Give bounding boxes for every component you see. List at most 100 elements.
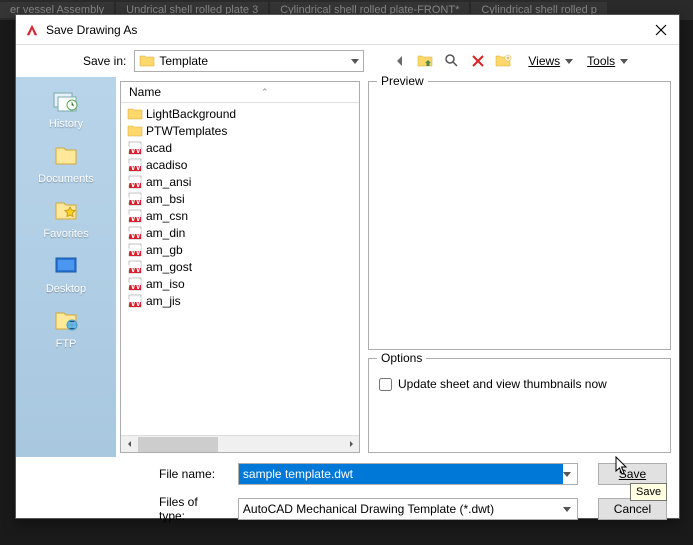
dwt-file-icon: DWT: [127, 175, 143, 189]
scroll-right-icon[interactable]: [342, 436, 359, 453]
dwt-file-icon: DWT: [127, 158, 143, 172]
new-folder-icon[interactable]: [494, 51, 514, 71]
filename-label: File name:: [159, 467, 218, 481]
folder-icon: [127, 124, 143, 138]
views-dropdown[interactable]: Views: [528, 54, 573, 68]
file-list[interactable]: Name ⌃ LightBackgroundPTWTemplates DWT aca…: [120, 81, 360, 453]
options-panel: Options Update sheet and view thumbnails…: [368, 358, 671, 453]
close-button[interactable]: [651, 20, 671, 40]
documents-icon: [50, 142, 82, 170]
file-item-label: am_din: [146, 226, 185, 240]
sidebar-item-ftp[interactable]: FTP: [26, 303, 106, 354]
file-item-label: acad: [146, 141, 172, 155]
sidebar-item-label: Desktop: [46, 283, 86, 295]
titlebar: Save Drawing As: [16, 15, 679, 45]
preview-panel: Preview: [368, 81, 671, 350]
dwt-file-icon: DWT: [127, 294, 143, 308]
file-item-label: am_csn: [146, 209, 188, 223]
back-icon[interactable]: [390, 51, 410, 71]
dwt-file-icon: DWT: [127, 277, 143, 291]
up-folder-icon[interactable]: [416, 51, 436, 71]
file-item[interactable]: DWT am_csn: [125, 207, 355, 224]
dwt-file-icon: DWT: [127, 209, 143, 223]
sidebar-item-history[interactable]: History: [26, 83, 106, 134]
options-legend: Options: [377, 351, 426, 365]
file-item[interactable]: DWT am_iso: [125, 275, 355, 292]
file-item-label: LightBackground: [146, 107, 236, 121]
file-item-label: am_jis: [146, 294, 181, 308]
history-icon: [50, 87, 82, 115]
file-item[interactable]: DWT am_din: [125, 224, 355, 241]
file-item[interactable]: DWT am_jis: [125, 292, 355, 309]
svg-text:DWT: DWT: [128, 244, 142, 257]
desktop-icon: [50, 252, 82, 280]
file-item[interactable]: DWT am_bsi: [125, 190, 355, 207]
file-item[interactable]: DWT am_gost: [125, 258, 355, 275]
delete-icon[interactable]: [468, 51, 488, 71]
list-header-name[interactable]: Name ⌃: [121, 82, 359, 103]
scroll-left-icon[interactable]: [121, 436, 138, 453]
dwt-file-icon: DWT: [127, 141, 143, 155]
sidebar-item-label: Documents: [38, 173, 94, 185]
file-item[interactable]: DWTam_gb: [125, 241, 355, 258]
scroll-thumb[interactable]: [138, 437, 218, 452]
search-icon[interactable]: [442, 51, 462, 71]
svg-text:DWT: DWT: [128, 142, 142, 155]
svg-text:DWT: DWT: [128, 193, 142, 206]
save-dialog: Save Drawing As Save in: Template: [15, 14, 680, 519]
sidebar-item-favorites[interactable]: Favorites: [26, 193, 106, 244]
filetype-value: AutoCAD Mechanical Drawing Template (*.d…: [239, 502, 563, 516]
location-value: Template: [159, 54, 208, 68]
file-item[interactable]: DWT acadiso: [125, 156, 355, 173]
folder-icon: [127, 107, 143, 121]
dwt-file-icon: DWT: [127, 192, 143, 206]
chevron-down-icon: [620, 59, 628, 64]
chevron-down-icon: [565, 59, 573, 64]
app-icon: [24, 22, 40, 38]
svg-text:DWT: DWT: [128, 210, 142, 223]
svg-text:DWT: DWT: [128, 176, 142, 189]
sidebar-item-label: History: [49, 118, 83, 130]
dwt-file-icon: DWT: [127, 260, 143, 274]
file-item-label: am_ansi: [146, 175, 191, 189]
file-item-label: am_bsi: [146, 192, 185, 206]
sidebar-item-desktop[interactable]: Desktop: [26, 248, 106, 299]
chevron-down-icon: [563, 507, 571, 512]
update-thumbnails-checkbox[interactable]: [379, 378, 392, 391]
cancel-button[interactable]: Cancel: [598, 498, 667, 520]
svg-text:DWT: DWT: [128, 159, 142, 172]
dwt-file-icon: DWT: [127, 243, 143, 257]
chevron-down-icon: [351, 59, 359, 64]
filetype-label: Files of type:: [159, 495, 218, 523]
horizontal-scrollbar[interactable]: [121, 435, 359, 452]
file-item[interactable]: PTWTemplates: [125, 122, 355, 139]
file-item[interactable]: LightBackground: [125, 105, 355, 122]
dialog-title: Save Drawing As: [46, 23, 651, 37]
file-item-label: acadiso: [146, 158, 187, 172]
file-item[interactable]: DWT acad: [125, 139, 355, 156]
filetype-combobox[interactable]: AutoCAD Mechanical Drawing Template (*.d…: [238, 498, 578, 520]
chevron-down-icon: [563, 472, 571, 477]
folder-icon: [139, 54, 155, 68]
svg-text:DWT: DWT: [128, 261, 142, 274]
filename-input[interactable]: [239, 464, 563, 484]
svg-text:DWT: DWT: [128, 227, 142, 240]
tooltip: Save: [630, 483, 667, 501]
bottom-form: File name: Save Files of type: AutoCAD M…: [16, 457, 679, 545]
save-button[interactable]: Save: [598, 463, 667, 485]
file-item[interactable]: DWT am_ansi: [125, 173, 355, 190]
favorites-icon: [50, 197, 82, 225]
filename-combobox[interactable]: [238, 463, 578, 485]
toolbar: Save in: Template: [16, 45, 679, 77]
dwt-file-icon: DWT: [127, 226, 143, 240]
svg-text:DWT: DWT: [128, 278, 142, 291]
tools-dropdown[interactable]: Tools: [587, 54, 628, 68]
file-item-label: am_gost: [146, 260, 192, 274]
update-thumbnails-label: Update sheet and view thumbnails now: [398, 377, 607, 391]
sidebar-item-label: Favorites: [43, 228, 88, 240]
location-dropdown[interactable]: Template: [134, 50, 364, 72]
file-item-label: am_iso: [146, 277, 185, 291]
save-in-label: Save in:: [83, 54, 126, 68]
sidebar-item-documents[interactable]: Documents: [26, 138, 106, 189]
svg-text:DWT: DWT: [128, 295, 142, 308]
